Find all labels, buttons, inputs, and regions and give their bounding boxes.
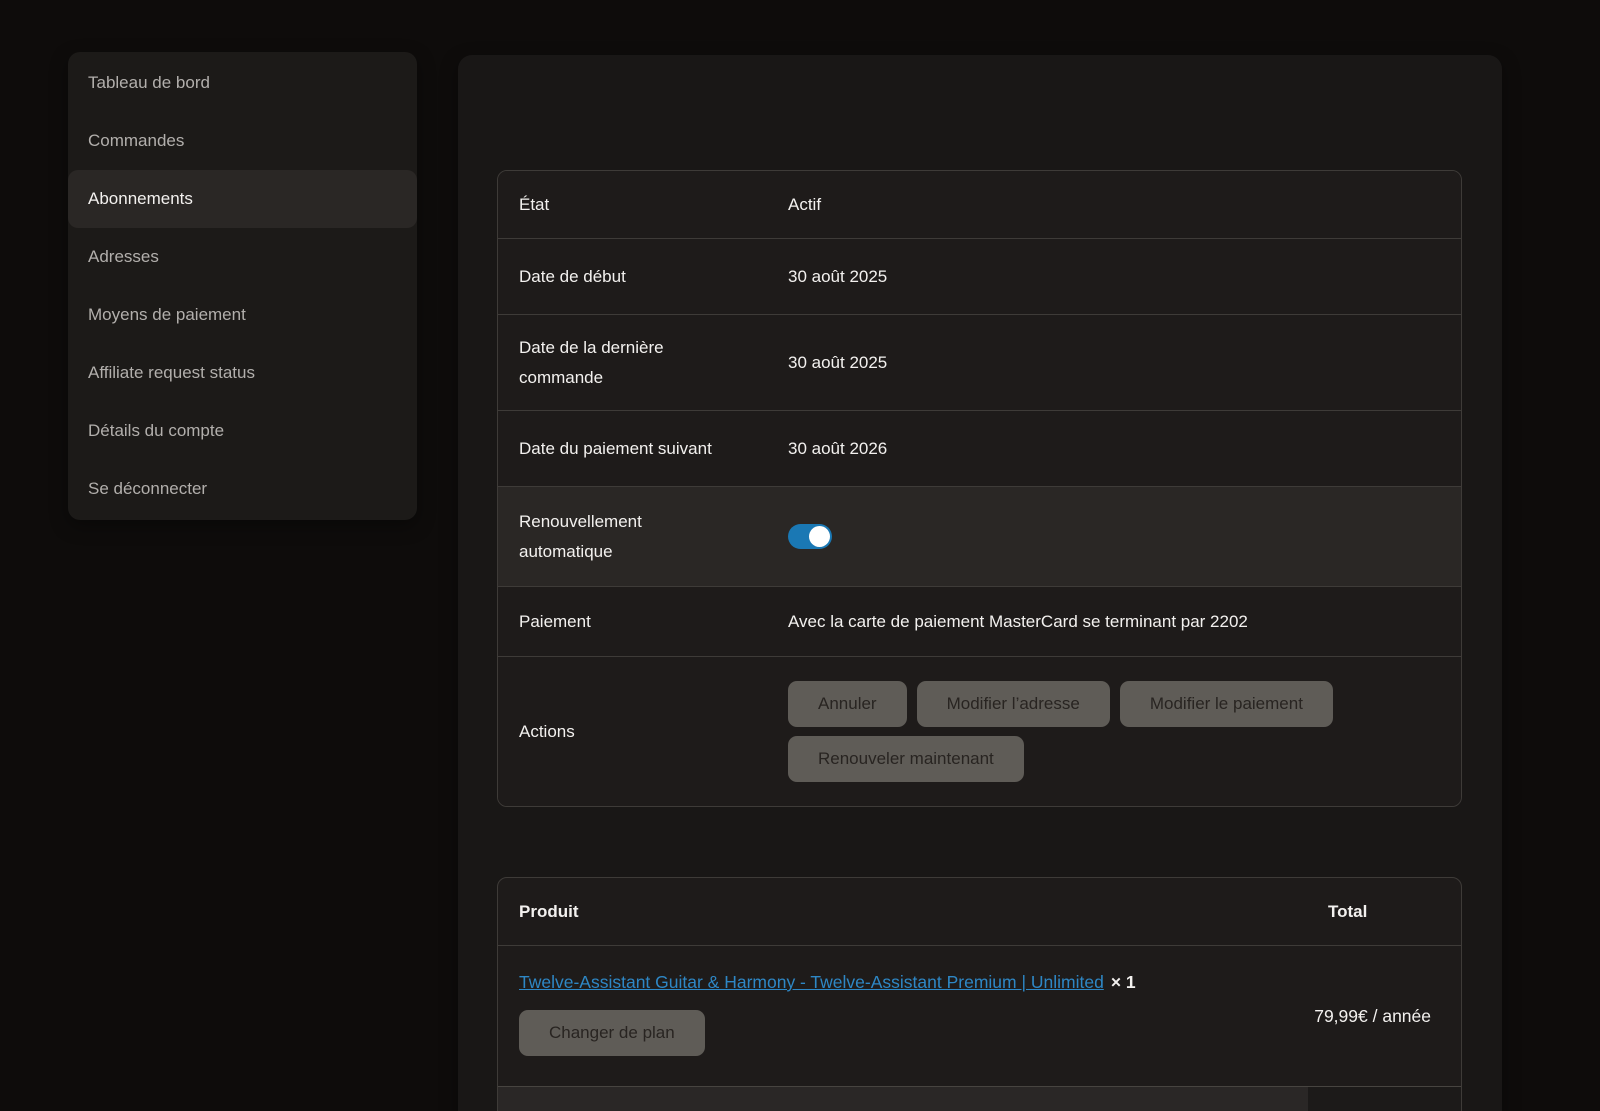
actions-label: Actions <box>498 657 788 806</box>
product-total: 79,99€ / année <box>1308 946 1461 1086</box>
subscription-panel: État Actif Date de début 30 août 2025 Da… <box>458 55 1502 1111</box>
product-cell: Twelve-Assistant Guitar & Harmony - Twel… <box>498 946 1308 1086</box>
account-sidebar: Tableau de bord Commandes Abonnements Ad… <box>68 52 417 520</box>
payment-value: Avec la carte de paiement MasterCard se … <box>788 587 1461 656</box>
sidebar-item-affiliate-status[interactable]: Affiliate request status <box>68 344 417 402</box>
sidebar-item-addresses[interactable]: Adresses <box>68 228 417 286</box>
detail-row-auto-renewal: Renouvellement automatique <box>498 486 1461 586</box>
status-value: Actif <box>788 171 1461 238</box>
subscription-details-table: État Actif Date de début 30 août 2025 Da… <box>497 170 1462 807</box>
sidebar-item-account-details[interactable]: Détails du compte <box>68 402 417 460</box>
sidebar-item-payment-methods[interactable]: Moyens de paiement <box>68 286 417 344</box>
detail-row-last-order-date: Date de la dernière commande 30 août 202… <box>498 314 1461 410</box>
sidebar-item-dashboard[interactable]: Tableau de bord <box>68 54 417 112</box>
order-subtotal-row <box>498 1086 1461 1111</box>
change-plan-button[interactable]: Changer de plan <box>519 1010 705 1056</box>
next-payment-date-value: 30 août 2026 <box>788 411 1461 486</box>
detail-row-payment: Paiement Avec la carte de paiement Maste… <box>498 586 1461 656</box>
total-column-header: Total <box>1308 902 1461 922</box>
auto-renewal-toggle[interactable] <box>788 524 832 549</box>
start-date-value: 30 août 2025 <box>788 239 1461 314</box>
last-order-date-label: Date de la dernière commande <box>498 315 788 410</box>
last-order-date-value: 30 août 2025 <box>788 315 1461 410</box>
detail-row-start-date: Date de début 30 août 2025 <box>498 238 1461 314</box>
detail-row-actions: Actions Annuler Modifier l’adresse Modif… <box>498 656 1461 806</box>
change-payment-button[interactable]: Modifier le paiement <box>1120 681 1333 727</box>
next-payment-date-label: Date du paiement suivant <box>498 411 788 486</box>
change-address-button[interactable]: Modifier l’adresse <box>917 681 1110 727</box>
renew-now-button[interactable]: Renouveler maintenant <box>788 736 1024 782</box>
order-item-row: Twelve-Assistant Guitar & Harmony - Twel… <box>498 945 1461 1086</box>
auto-renewal-value <box>788 487 1461 586</box>
status-label: État <box>498 171 788 238</box>
order-table-header: Produit Total <box>498 878 1461 945</box>
detail-row-next-payment-date: Date du paiement suivant 30 août 2026 <box>498 410 1461 486</box>
subtotal-label-cell <box>498 1087 1308 1111</box>
start-date-label: Date de début <box>498 239 788 314</box>
actions-buttons: Annuler Modifier l’adresse Modifier le p… <box>788 657 1461 806</box>
detail-row-status: État Actif <box>498 171 1461 238</box>
product-quantity: × 1 <box>1111 972 1136 992</box>
payment-label: Paiement <box>498 587 788 656</box>
product-link[interactable]: Twelve-Assistant Guitar & Harmony - Twel… <box>519 972 1104 992</box>
auto-renewal-label: Renouvellement automatique <box>498 487 788 586</box>
cancel-subscription-button[interactable]: Annuler <box>788 681 907 727</box>
sidebar-item-logout[interactable]: Se déconnecter <box>68 460 417 518</box>
product-column-header: Produit <box>498 902 1308 922</box>
sidebar-item-subscriptions[interactable]: Abonnements <box>68 170 417 228</box>
subtotal-value-cell <box>1308 1087 1461 1111</box>
toggle-knob <box>809 526 830 547</box>
product-line: Twelve-Assistant Guitar & Harmony - Twel… <box>519 972 1308 993</box>
subscription-order-table: Produit Total Twelve-Assistant Guitar & … <box>497 877 1462 1111</box>
sidebar-item-orders[interactable]: Commandes <box>68 112 417 170</box>
